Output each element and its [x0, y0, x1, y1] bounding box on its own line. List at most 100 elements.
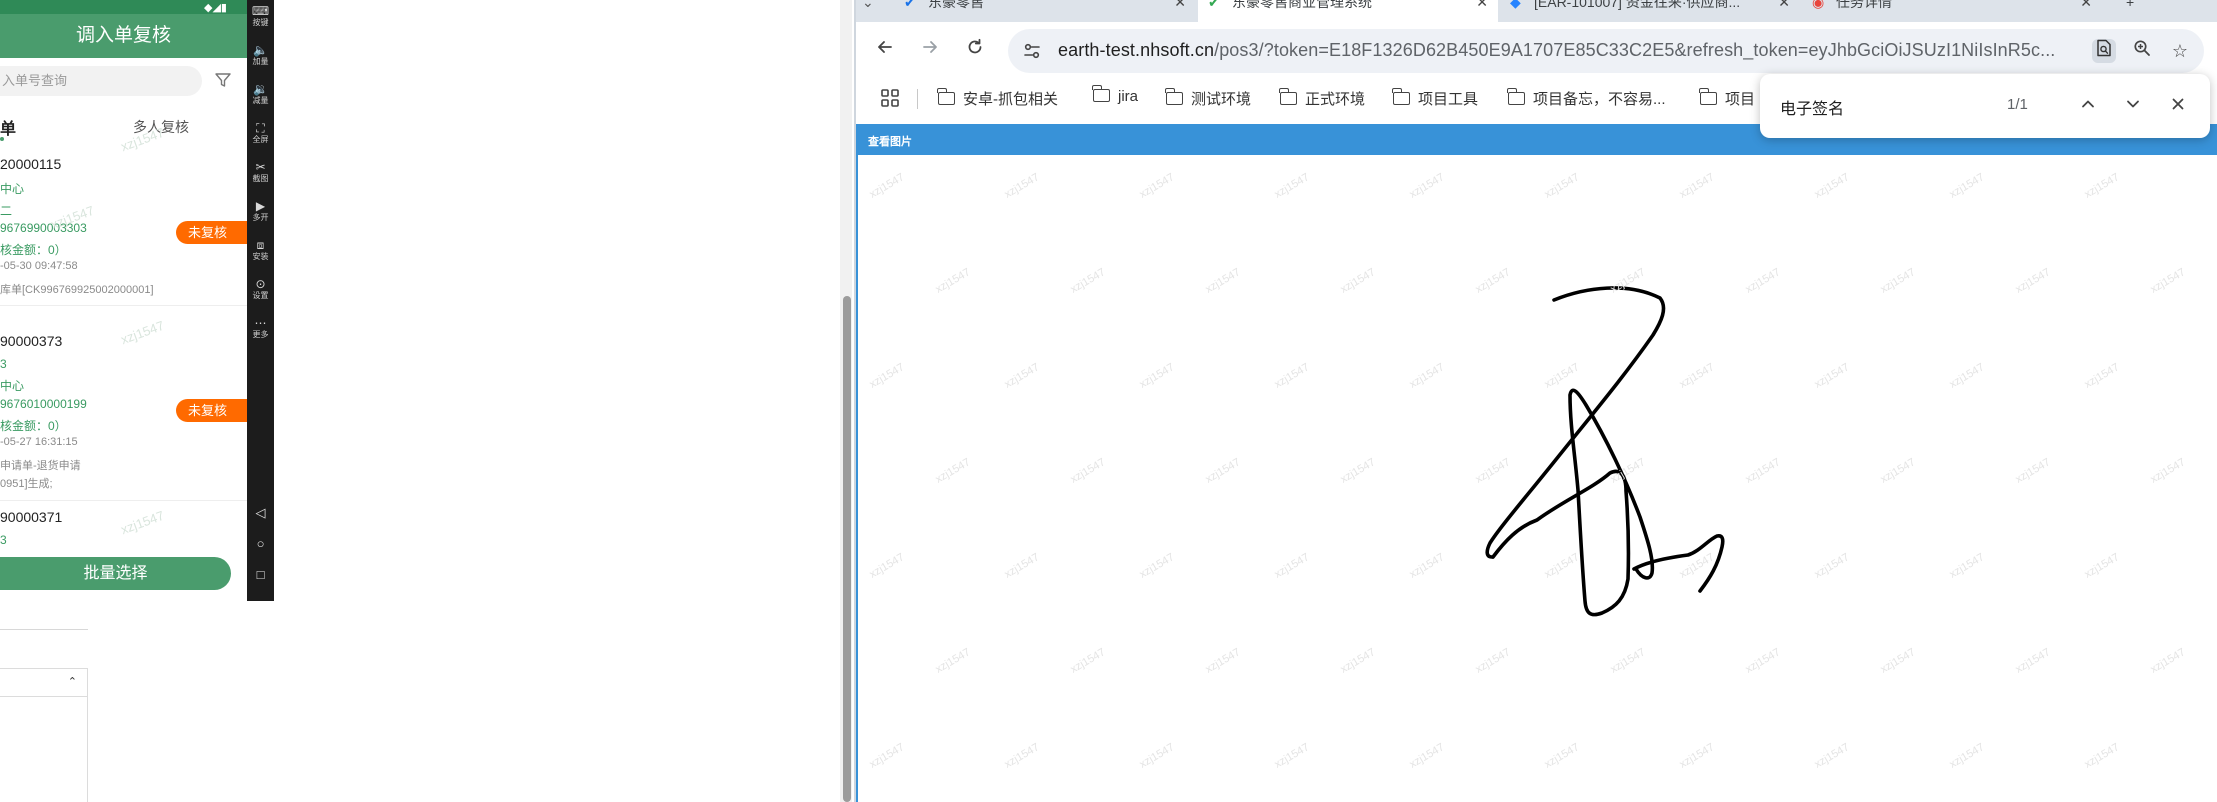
close-icon[interactable]: ✕: [1174, 0, 1186, 11]
find-previous-button[interactable]: [2075, 93, 2101, 119]
plus-icon[interactable]: +: [2126, 0, 2134, 10]
arrow-right-icon: [923, 41, 937, 53]
status-badge: 未复核: [176, 221, 247, 244]
tab-1[interactable]: ✔ 东豪零售 ✕: [894, 0, 1196, 22]
bookmark-label: jira: [1118, 88, 1139, 105]
status-badge: 未复核: [176, 399, 247, 422]
chevron-up-icon[interactable]: ⌃: [68, 675, 77, 688]
sidebar-button-label: 安装: [252, 252, 269, 261]
find-close-button[interactable]: [2165, 93, 2191, 119]
sidebar-button-label: 设置: [252, 291, 269, 300]
order-field: 3: [0, 357, 7, 371]
bookmark-folder[interactable]: 正式环境: [1279, 88, 1365, 109]
close-icon[interactable]: ✕: [2080, 0, 2092, 11]
close-icon[interactable]: ✕: [1476, 0, 1488, 11]
bookmark-folder[interactable]: 测试环境: [1165, 88, 1252, 109]
panel-header[interactable]: ⌃: [0, 669, 87, 697]
filter-icon[interactable]: [214, 71, 232, 89]
order-note: 申请单-退货申请: [0, 460, 81, 472]
jira-favicon-icon: ◆: [1510, 0, 1521, 10]
sidebar-button-label: 更多: [252, 330, 269, 339]
divider: [0, 305, 247, 306]
sidebar-button-2[interactable]: 🔈 加量: [247, 43, 274, 67]
signature-image: [1485, 286, 1725, 617]
divider: [917, 89, 918, 109]
tab-4[interactable]: ◉ 任务详情 ✕: [1802, 0, 2102, 22]
home-circle-icon[interactable]: ○: [247, 536, 274, 551]
order-field: 3: [0, 533, 7, 547]
collapsible-panel: ⌃: [0, 668, 88, 802]
signal-icon: ◆◢▮: [204, 2, 227, 14]
sidebar-button-6[interactable]: ▶ 多开: [247, 199, 274, 223]
bookmark-folder[interactable]: 项目: [1699, 88, 1755, 109]
sidebar-button-7[interactable]: ⧈ 安装: [247, 238, 274, 262]
settings-icon: ⊙: [255, 277, 266, 291]
order-note: 0951]生成;: [0, 478, 53, 490]
forward-button[interactable]: [917, 37, 943, 63]
recents-square-icon[interactable]: □: [247, 567, 274, 582]
search-input[interactable]: 入单号查询: [0, 66, 202, 96]
sidebar-button-label: 按键: [252, 18, 269, 27]
new-tab-button[interactable]: +: [2114, 0, 2154, 22]
site-settings-icon[interactable]: [1022, 41, 1042, 61]
bookmark-label: 安卓-抓包相关: [963, 91, 1058, 108]
web-page: 查看图片 xzj1547 xzj1547 xzj1547 xzj1547 xzj1547…: [856, 124, 2217, 802]
sidebar-button-label: 加量: [252, 57, 269, 66]
sidebar-button-5[interactable]: ✂ 截图: [247, 160, 274, 184]
bookmark-folder[interactable]: jira: [1092, 85, 1139, 105]
url-text[interactable]: earth-test.nhsoft.cn/pos3/?token=E18F132…: [1058, 40, 2055, 61]
find-input[interactable]: 电子签名: [1780, 95, 1844, 119]
zoom-icon[interactable]: [2130, 39, 2154, 63]
apps-grid-icon[interactable]: [880, 88, 900, 108]
star-bookmark-icon[interactable]: ☆: [2168, 39, 2192, 63]
close-icon: [2172, 98, 2184, 110]
find-in-page-icon[interactable]: [2092, 39, 2116, 63]
folder-icon: [1092, 85, 1110, 102]
find-next-button[interactable]: [2120, 93, 2146, 119]
order-note: 库单[CK996769925002000001]: [0, 284, 154, 296]
sidebar-button-label: 多开: [252, 213, 269, 222]
sidebar-button-9[interactable]: ⋯ 更多: [247, 316, 274, 340]
scissors-icon: ✂: [255, 160, 266, 174]
tab-search-button[interactable]: ⌄: [856, 0, 886, 22]
dropdown-icon[interactable]: ⌄: [862, 0, 874, 11]
order-time: -05-30 09:47:58: [0, 260, 78, 272]
install-icon: ⧈: [256, 238, 265, 252]
back-triangle-icon[interactable]: ◁: [247, 505, 274, 521]
scrollbar-thumb[interactable]: [843, 296, 851, 802]
watermark: xzj1547: [118, 507, 167, 538]
bookmark-label: 测试环境: [1191, 91, 1252, 108]
tab-2-active[interactable]: ✔ 东豪零售商业管理系统 ✕: [1198, 0, 1498, 22]
sidebar-button-3[interactable]: 🔉 减量: [247, 82, 274, 106]
order-field: 核金额：0）: [0, 419, 67, 433]
address-bar[interactable]: earth-test.nhsoft.cn/pos3/?token=E18F132…: [1008, 29, 2204, 73]
fullscreen-icon: ⛶: [256, 121, 265, 135]
url-path: /pos3/?token=E18F1326D62B450E9A1707E85C3…: [1214, 40, 2056, 60]
order-time: -05-27 16:31:15: [0, 436, 78, 448]
sidebar-button-8[interactable]: ⊙ 设置: [247, 277, 274, 301]
tab-single-review[interactable]: 单: [0, 115, 16, 139]
tab-3[interactable]: ◆ [EAR-101007] 资金往来·供应商... ✕: [1500, 0, 1800, 22]
sidebar-button-4[interactable]: ⛶ 全屏: [247, 121, 274, 145]
bookmark-folder[interactable]: 安卓-抓包相关: [937, 88, 1058, 109]
folder-icon: [1279, 88, 1297, 105]
folder-icon: [1507, 88, 1525, 105]
sidebar-button-1[interactable]: ⌨ 按键: [247, 4, 274, 28]
folder-icon: [1392, 88, 1410, 105]
divider: [0, 500, 247, 501]
more-icon: ⋯: [254, 316, 267, 330]
order-field: 9676010000199: [0, 397, 87, 411]
close-icon[interactable]: ✕: [1778, 0, 1790, 11]
back-button[interactable]: [872, 37, 898, 63]
reload-button[interactable]: [962, 37, 988, 63]
check-favicon-icon: ✔: [904, 0, 916, 10]
phone-mirror-window: ◆◢▮ 调入单复核 入单号查询 单 多人复核 20000115 中心 二 967…: [0, 0, 247, 601]
volume-down-icon: 🔉: [253, 82, 268, 96]
phone-status-bar: ◆◢▮: [0, 0, 247, 14]
bookmark-folder[interactable]: 项目备忘，不容易...: [1507, 88, 1666, 109]
batch-select-button[interactable]: 批量选择: [0, 557, 231, 590]
watermark: xzj1547: [118, 317, 167, 348]
tab-title: [EAR-101007] 资金往来·供应商...: [1534, 0, 1741, 10]
order-field: 中心: [0, 379, 25, 393]
bookmark-folder[interactable]: 项目工具: [1392, 88, 1478, 109]
